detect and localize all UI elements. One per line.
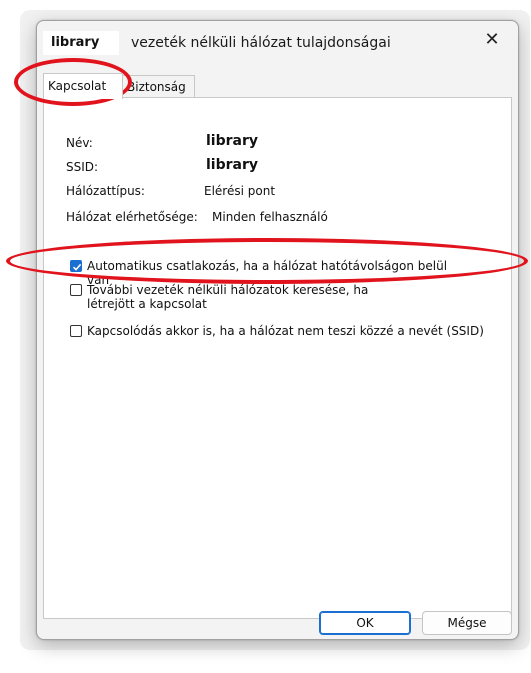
close-icon: ✕	[484, 29, 500, 50]
search-networks-option[interactable]: További vezeték nélküli hálózatok keresé…	[70, 283, 417, 311]
ok-button[interactable]: OK	[319, 611, 411, 635]
availability-label: Hálózat elérhetősége:	[66, 210, 198, 224]
name-value: library	[200, 130, 265, 152]
checkmark-icon	[72, 263, 82, 271]
tab-connection[interactable]: Kapcsolat	[43, 73, 123, 99]
search-networks-checkbox[interactable]	[70, 284, 82, 296]
title-network-name: library	[43, 31, 119, 55]
name-label: Név:	[66, 136, 93, 150]
close-button[interactable]: ✕	[476, 25, 508, 55]
tab-security[interactable]: Biztonság	[123, 75, 195, 97]
connection-panel: Név: library SSID: library Hálózattípus:…	[43, 97, 512, 619]
hidden-ssid-option[interactable]: Kapcsolódás akkor is, ha a hálózat nem t…	[70, 324, 484, 338]
network-type-label: Hálózattípus:	[66, 184, 145, 198]
wireless-properties-dialog: library vezeték nélküli hálózat tulajdon…	[36, 20, 519, 640]
ssid-value: library	[200, 154, 265, 176]
hidden-ssid-label: Kapcsolódás akkor is, ha a hálózat nem t…	[87, 324, 484, 338]
hidden-ssid-checkbox[interactable]	[70, 325, 82, 337]
availability-value: Minden felhasználó	[212, 210, 328, 224]
network-type-value: Elérési pont	[204, 184, 276, 198]
auto-connect-checkbox[interactable]	[70, 260, 82, 272]
cancel-button[interactable]: Mégse	[422, 611, 512, 635]
page: library vezeték nélküli hálózat tulajdon…	[0, 0, 531, 673]
search-networks-label: További vezeték nélküli hálózatok keresé…	[87, 283, 369, 311]
title-bar: library vezeték nélküli hálózat tulajdon…	[37, 21, 518, 61]
ssid-label: SSID:	[66, 160, 99, 174]
title-text: vezeték nélküli hálózat tulajdonságai	[131, 35, 391, 51]
tab-security-label: Biztonság	[127, 80, 186, 94]
